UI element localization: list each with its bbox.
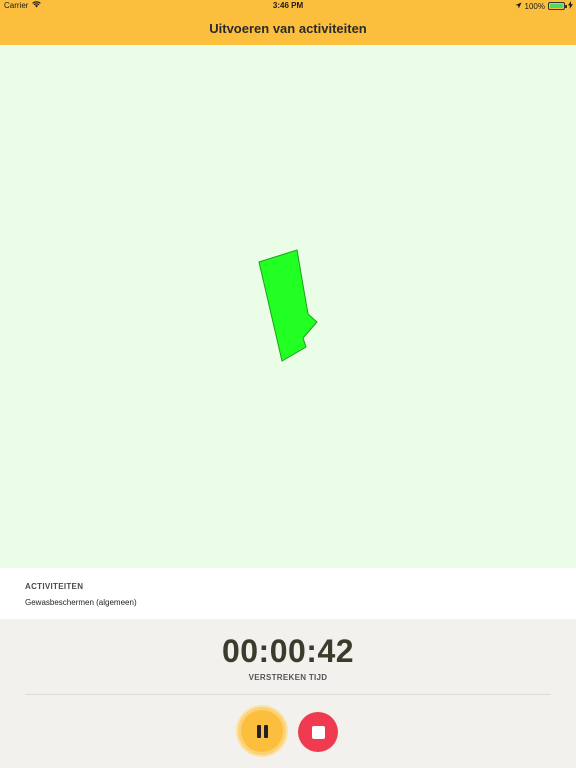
page-title: Uitvoeren van activiteiten	[209, 21, 367, 36]
activities-heading: ACTIVITEITEN	[25, 582, 84, 591]
status-bar-right: 100%	[515, 1, 573, 11]
elapsed-time: 00:00:42	[221, 633, 355, 669]
charging-bolt-icon	[568, 1, 573, 11]
location-arrow-icon	[515, 2, 522, 11]
timer-panel: 00:00:42 VERSTREKEN TIJD	[0, 619, 576, 768]
activity-value: Gewasbeschermen (algemeen)	[25, 598, 137, 607]
status-bar-time: 3:46 PM	[272, 1, 304, 10]
stop-button[interactable]	[298, 712, 338, 752]
pause-icon	[256, 724, 268, 738]
pause-button[interactable]	[238, 707, 286, 755]
divider	[25, 694, 551, 695]
stop-icon	[311, 725, 325, 739]
field-polygon[interactable]	[258, 249, 318, 362]
map-view[interactable]	[0, 45, 576, 568]
battery-icon	[548, 2, 567, 10]
battery-fill	[550, 4, 563, 8]
status-bar: Carrier 3:46 PM 100%	[0, 0, 576, 12]
activities-section: ACTIVITEITEN Gewasbeschermen (algemeen)	[0, 568, 576, 619]
map-canvas[interactable]	[0, 45, 576, 568]
elapsed-time-label: VERSTREKEN TIJD	[248, 673, 328, 682]
navigation-bar: Uitvoeren van activiteiten	[0, 12, 576, 45]
battery-percent: 100%	[524, 1, 545, 11]
